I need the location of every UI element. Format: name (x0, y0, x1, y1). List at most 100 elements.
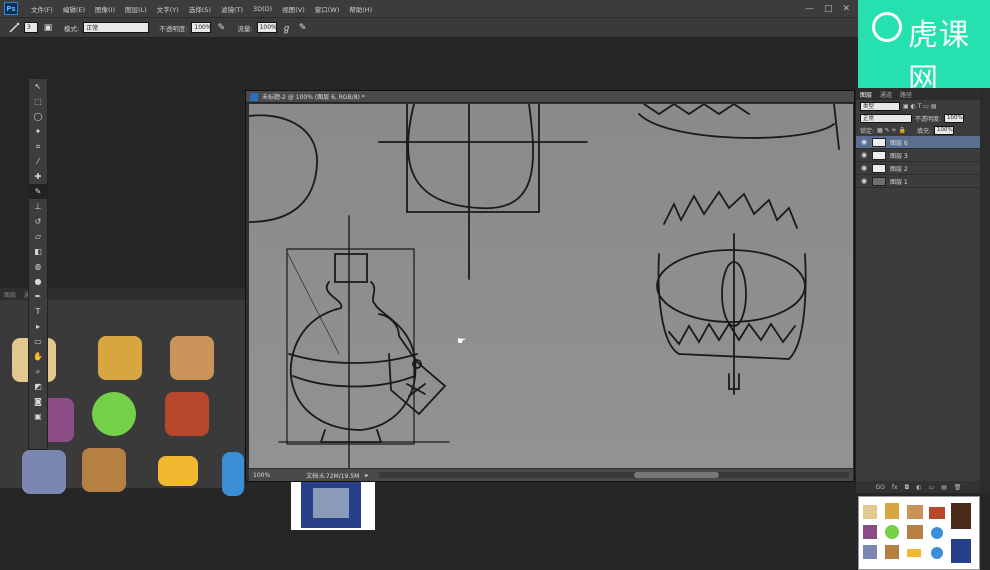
menu-edit[interactable]: 编辑(E) (58, 4, 90, 14)
menu-filter[interactable]: 滤镜(T) (216, 4, 248, 14)
brush-size-field[interactable]: 3 (24, 22, 38, 33)
filter-icons[interactable]: ▣ ◐ T ▭ ▤ (903, 103, 937, 110)
layer-name: 图层 6 (890, 139, 908, 147)
mode-label: 模式: (64, 24, 80, 33)
layer-name: 图层 1 (890, 178, 908, 186)
pressure-size-icon[interactable]: ✎ (297, 22, 309, 34)
status-arrow-icon[interactable]: ▸ (365, 472, 368, 479)
layer-filter-row: 类型 ▣ ◐ T ▭ ▤ (856, 100, 980, 112)
maximize-button[interactable]: □ (824, 4, 833, 14)
quick-select-tool-icon[interactable]: ✦ (29, 124, 47, 139)
reference-tab-1[interactable]: 图层 (4, 290, 16, 299)
menu-layer[interactable]: 图层(L) (120, 4, 152, 14)
horizontal-scrollbar[interactable] (379, 472, 849, 478)
flow-field[interactable]: 100% (256, 22, 277, 33)
treasure-chest-asset (82, 448, 126, 492)
blend-row: 正常 不透明度: 100% (856, 112, 980, 124)
menu-window[interactable]: 窗口(W) (310, 4, 345, 14)
pressure-opacity-icon[interactable]: ✎ (215, 22, 227, 34)
shape-tool-icon[interactable]: ▭ (29, 334, 47, 349)
stamp-tool-icon[interactable]: ⊥ (29, 199, 47, 214)
hand-tool-icon[interactable]: ✋ (29, 349, 47, 364)
menu-view[interactable]: 视图(V) (277, 4, 310, 14)
brush-tool-button-icon[interactable]: ✎ (29, 184, 47, 199)
group-icon[interactable]: ▭ (929, 484, 935, 491)
blend-mode-select[interactable]: 正常 (860, 113, 912, 123)
document-info[interactable]: 文档:6.72M/19.5M (306, 471, 359, 480)
trash-icon[interactable]: 🗑 (954, 484, 962, 491)
healing-tool-icon[interactable]: ✚ (29, 169, 47, 184)
new-layer-icon[interactable]: ▤ (941, 484, 947, 491)
link-layers-icon[interactable]: GO (875, 484, 884, 491)
layer-opacity-field[interactable]: 100% (944, 113, 965, 123)
menu-select[interactable]: 选择(S) (184, 4, 216, 14)
menu-3d[interactable]: 3D(D) (248, 5, 277, 13)
screen-mode-icon[interactable]: ▣ (29, 409, 47, 424)
drawing-canvas[interactable]: ☛ (249, 104, 853, 468)
visibility-eye-icon[interactable]: ◉ (860, 177, 868, 185)
visibility-eye-icon[interactable]: ◉ (860, 164, 868, 172)
lock-row: 锁定: ▦ ✎ ✛ 🔒 填充: 100% (856, 124, 980, 136)
zoom-readout[interactable]: 100% (253, 472, 270, 479)
path-select-tool-icon[interactable]: ▸ (29, 319, 47, 334)
layer-thumbnail (872, 150, 886, 160)
brush-tool-icon[interactable] (8, 22, 20, 34)
adjustment-icon[interactable]: ◐ (916, 484, 921, 491)
gradient-tool-icon[interactable]: ◧ (29, 244, 47, 259)
visibility-eye-icon[interactable]: ◉ (860, 151, 868, 159)
opacity-field[interactable]: 100% (191, 22, 212, 33)
close-button[interactable]: ✕ (842, 4, 850, 14)
fill-label: 填充: (916, 127, 931, 135)
menu-image[interactable]: 图像(I) (90, 4, 120, 14)
layer-row[interactable]: ◉ 图层 6 (856, 136, 980, 149)
layers-panel-tabs: 图层 通道 路径 (856, 88, 980, 100)
airbrush-icon[interactable]: ℊ (281, 22, 293, 34)
document-status-bar: 100% 文档:6.72M/19.5M ▸ (249, 469, 853, 481)
quick-mask-icon[interactable]: ◙ (29, 394, 47, 409)
watermark-area: 虎课网 (858, 0, 990, 97)
move-tool-icon[interactable]: ↖ (29, 79, 47, 94)
opacity-label: 不透明度: (915, 115, 942, 123)
layer-kind-select[interactable]: 类型 (860, 101, 900, 111)
menu-type[interactable]: 文字(Y) (152, 4, 184, 14)
document-tab[interactable]: 未标题-2 @ 100% (图层 6, RGB/8) * (246, 91, 854, 103)
dodge-tool-icon[interactable]: ● (29, 274, 47, 289)
brush-panel-icon[interactable]: ▣ (42, 22, 54, 34)
menu-help[interactable]: 帮助(H) (344, 4, 377, 14)
panel-scrollbar[interactable] (980, 88, 990, 493)
tiger-logo-icon (872, 12, 902, 42)
opacity-label: 不透明度: (159, 24, 188, 33)
tab-channels[interactable]: 通道 (880, 90, 892, 99)
lasso-tool-icon[interactable]: ◯ (29, 109, 47, 124)
layer-name: 图层 3 (890, 152, 908, 160)
type-tool-icon[interactable]: T (29, 304, 47, 319)
color-swatch-icon[interactable]: ◩ (29, 379, 47, 394)
history-brush-tool-icon[interactable]: ↺ (29, 214, 47, 229)
pen-tool-icon[interactable]: ✒ (29, 289, 47, 304)
fx-icon[interactable]: fx (892, 484, 898, 491)
layer-row[interactable]: ◉ 图层 1 (856, 175, 980, 188)
layers-panel: 图层 通道 路径 类型 ▣ ◐ T ▭ ▤ 正常 不透明度: 100% 锁定: … (855, 88, 981, 493)
eraser-tool-icon[interactable]: ▱ (29, 229, 47, 244)
photoshop-logo: Ps (4, 2, 18, 15)
layer-list: ◉ 图层 6 ◉ 图层 3 ◉ 图层 2 ◉ 图层 1 (856, 136, 980, 188)
fill-field[interactable]: 100% (933, 125, 954, 135)
crop-tool-icon[interactable]: ⌗ (29, 139, 47, 154)
scrollbar-thumb[interactable] (634, 472, 719, 478)
mode-select[interactable]: 正常 (83, 22, 150, 33)
navigator-thumbnail (858, 496, 980, 570)
tab-layers[interactable]: 图层 (860, 90, 872, 99)
blur-tool-icon[interactable]: ◍ (29, 259, 47, 274)
tab-paths[interactable]: 路径 (900, 90, 912, 99)
layer-row[interactable]: ◉ 图层 3 (856, 149, 980, 162)
visibility-eye-icon[interactable]: ◉ (860, 138, 868, 146)
lock-icons[interactable]: ▦ ✎ ✛ 🔒 (877, 127, 906, 134)
eyedropper-tool-icon[interactable]: ⁄ (29, 154, 47, 169)
zoom-tool-icon[interactable]: ⌕ (29, 364, 47, 379)
minimize-button[interactable]: — (805, 4, 814, 14)
layer-thumbnail (872, 163, 886, 173)
layer-row[interactable]: ◉ 图层 2 (856, 162, 980, 175)
marquee-tool-icon[interactable]: ⬚ (29, 94, 47, 109)
menu-file[interactable]: 文件(F) (26, 4, 58, 14)
mask-icon[interactable]: ◘ (905, 484, 910, 491)
